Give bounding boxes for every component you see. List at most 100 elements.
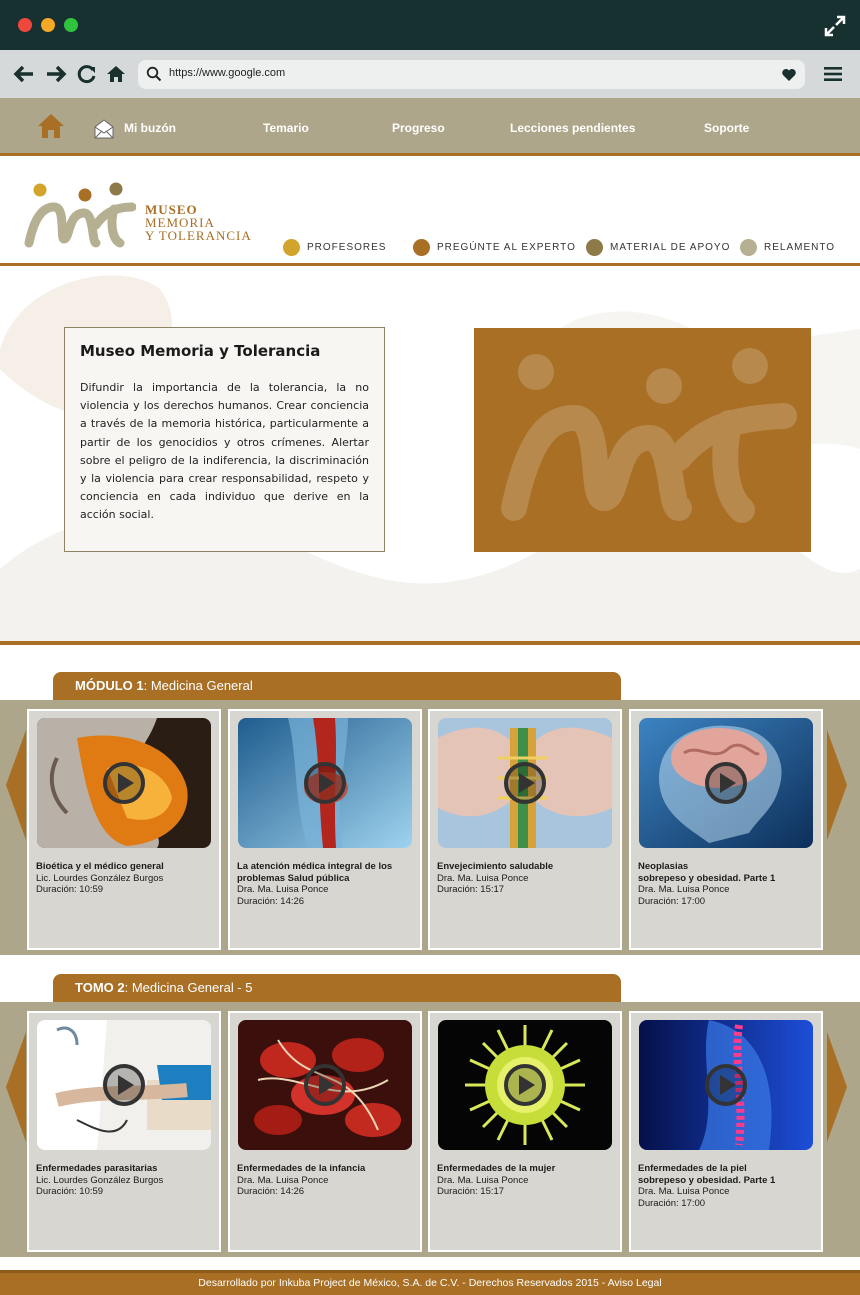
module-1-prev-arrow-icon[interactable] [6, 730, 26, 840]
minimize-window-button[interactable] [41, 18, 55, 32]
hero-media [474, 328, 811, 552]
lesson-author: Lic. Lourdes González Burgos [36, 872, 164, 884]
lesson-author: Dra. Ma. Luisa Ponce [437, 872, 529, 884]
home-nav-icon[interactable] [37, 112, 65, 140]
lesson-title: Enfermedades de la infancia [237, 1163, 366, 1174]
info-body: Difundir la importancia de la tolerancia… [80, 381, 369, 522]
lesson-card[interactable]: Bioética y el médico general Lic. Lourde… [27, 709, 221, 950]
play-icon[interactable] [102, 761, 146, 805]
module-1-tab[interactable]: MÓDULO 1: Medicina General [53, 672, 621, 700]
teachers-dot-icon [283, 238, 300, 256]
lesson-title: Enfermedades parasitarias [36, 1163, 158, 1174]
play-icon[interactable] [303, 761, 347, 805]
lesson-card[interactable]: La atención médica integral de los probl… [228, 709, 422, 950]
lesson-duration: Duración: 10:59 [36, 884, 104, 895]
play-icon[interactable] [503, 1063, 547, 1107]
module-2-carousel: Enfermedades parasitarias Lic. Lourdes G… [0, 1002, 860, 1257]
play-icon[interactable] [704, 1063, 748, 1107]
play-icon[interactable] [704, 761, 748, 805]
fullscreen-icon[interactable] [824, 15, 846, 37]
home-icon[interactable] [105, 64, 127, 84]
lesson-thumbnail[interactable] [37, 718, 211, 848]
search-icon [146, 66, 162, 82]
lesson-card[interactable]: Enfermedades de la mujer Dra. Ma. Luisa … [428, 1011, 622, 1252]
nav-mailbox[interactable]: Mi buzón [124, 121, 176, 135]
logo-wordmark: MUSEO MEMORIA Y TOLERANCIA [145, 203, 252, 242]
close-window-button[interactable] [18, 18, 32, 32]
module-2-title: : Medicina General - 5 [124, 980, 253, 995]
module-1-carousel: Bioética y el médico general Lic. Lourde… [0, 700, 860, 955]
site-nav: Mi buzón Temario Progreso Lecciones pend… [0, 98, 860, 156]
lesson-thumbnail[interactable] [438, 1020, 612, 1150]
lesson-thumbnail[interactable] [238, 1020, 412, 1150]
support-material-dot-icon [586, 238, 603, 256]
lesson-thumbnail[interactable] [639, 1020, 813, 1150]
lesson-thumbnail[interactable] [438, 718, 612, 848]
logo-line-3: Y TOLERANCIA [145, 228, 252, 243]
lesson-info: Enfermedades de la mujer Dra. Ma. Luisa … [437, 1163, 615, 1198]
lesson-duration: Duración: 10:59 [36, 1186, 104, 1197]
regulation-dot-icon [740, 238, 757, 256]
museum-logo[interactable] [24, 179, 136, 251]
link-regulation[interactable]: RELAMENTO [740, 237, 835, 257]
nav-support[interactable]: Soporte [704, 121, 749, 135]
lesson-duration: Duración: 17:00 [638, 895, 706, 907]
hero-section: Museo Memoria y Tolerancia Difundir la i… [0, 269, 860, 645]
lesson-subtitle: sobrepeso y obesidad. Parte 1 [638, 872, 776, 884]
link-regulation-label: RELAMENTO [764, 241, 836, 253]
hero-logo-watermark [501, 348, 797, 523]
lesson-thumbnail[interactable] [639, 718, 813, 848]
lesson-info: La atención médica integral de los probl… [237, 861, 415, 907]
site-header: MUSEO MEMORIA Y TOLERANCIA PROFESORES PR… [0, 159, 860, 266]
lesson-thumbnail[interactable] [238, 718, 412, 848]
nav-topics[interactable]: Temario [263, 121, 309, 135]
module-2-tab[interactable]: TOMO 2: Medicina General - 5 [53, 974, 621, 1002]
lesson-thumbnail[interactable] [37, 1020, 211, 1150]
play-icon[interactable] [102, 1063, 146, 1107]
mail-icon[interactable] [93, 118, 115, 140]
forward-icon[interactable] [45, 64, 67, 84]
reload-icon[interactable] [76, 64, 98, 84]
lesson-author: Dra. Ma. Luisa Ponce [237, 1174, 329, 1186]
play-icon[interactable] [303, 1063, 347, 1107]
module-2-prev-arrow-icon[interactable] [6, 1032, 26, 1142]
lesson-info: Bioética y el médico general Lic. Lourde… [36, 861, 214, 896]
lesson-card[interactable]: Neoplasias sobrepeso y obesidad. Parte 1… [629, 709, 823, 950]
browser-titlebar [0, 0, 860, 50]
url-text: https://www.google.com [169, 67, 286, 79]
maximize-window-button[interactable] [64, 18, 78, 32]
lesson-card[interactable]: Enfermedades parasitarias Lic. Lourdes G… [27, 1011, 221, 1252]
link-support-material[interactable]: MATERIAL DE APOYO [586, 237, 730, 257]
module-1-title: : Medicina General [143, 678, 253, 693]
lesson-author: Dra. Ma. Luisa Ponce [638, 884, 730, 895]
lesson-duration: Duración: 14:26 [237, 895, 305, 907]
lesson-duration: Duración: 17:00 [638, 1197, 706, 1209]
info-title: Museo Memoria y Tolerancia [80, 342, 321, 360]
lesson-info: Enfermedades de la piel sobrepeso y obes… [638, 1163, 816, 1209]
lesson-author: Dra. Ma. Luisa Ponce [638, 1186, 730, 1197]
bookmark-heart-icon[interactable] [781, 67, 797, 83]
nav-pending-lessons[interactable]: Lecciones pendientes [510, 121, 635, 135]
module-1-label: MÓDULO 1 [75, 678, 144, 693]
lesson-info: Enfermedades parasitarias Lic. Lourdes G… [36, 1163, 214, 1198]
lesson-author: Dra. Ma. Luisa Ponce [237, 884, 329, 895]
address-bar[interactable]: https://www.google.com [138, 60, 805, 89]
lesson-card[interactable]: Envejecimiento saludable Dra. Ma. Luisa … [428, 709, 622, 950]
lesson-duration: Duración: 15:17 [437, 1186, 505, 1197]
link-ask-expert[interactable]: PREGÚNTE AL EXPERTO [413, 237, 576, 257]
nav-progress[interactable]: Progreso [392, 121, 445, 135]
module-1-next-arrow-icon[interactable] [827, 730, 847, 840]
link-support-material-label: MATERIAL DE APOYO [610, 241, 731, 253]
menu-icon[interactable] [824, 66, 842, 82]
lesson-subtitle: sobrepeso y obesidad. Parte 1 [638, 1174, 776, 1186]
lesson-title: Enfermedades de la mujer [437, 1163, 556, 1174]
lesson-title: Neoplasias [638, 861, 689, 872]
site-footer: Desarrollado por Inkuba Project de Méxic… [0, 1270, 860, 1295]
module-2-next-arrow-icon[interactable] [827, 1032, 847, 1142]
link-teachers[interactable]: PROFESORES [283, 237, 386, 257]
play-icon[interactable] [503, 761, 547, 805]
lesson-card[interactable]: Enfermedades de la infancia Dra. Ma. Lui… [228, 1011, 422, 1252]
lesson-card[interactable]: Enfermedades de la piel sobrepeso y obes… [629, 1011, 823, 1252]
ask-expert-dot-icon [413, 238, 430, 256]
back-icon[interactable] [13, 64, 35, 84]
